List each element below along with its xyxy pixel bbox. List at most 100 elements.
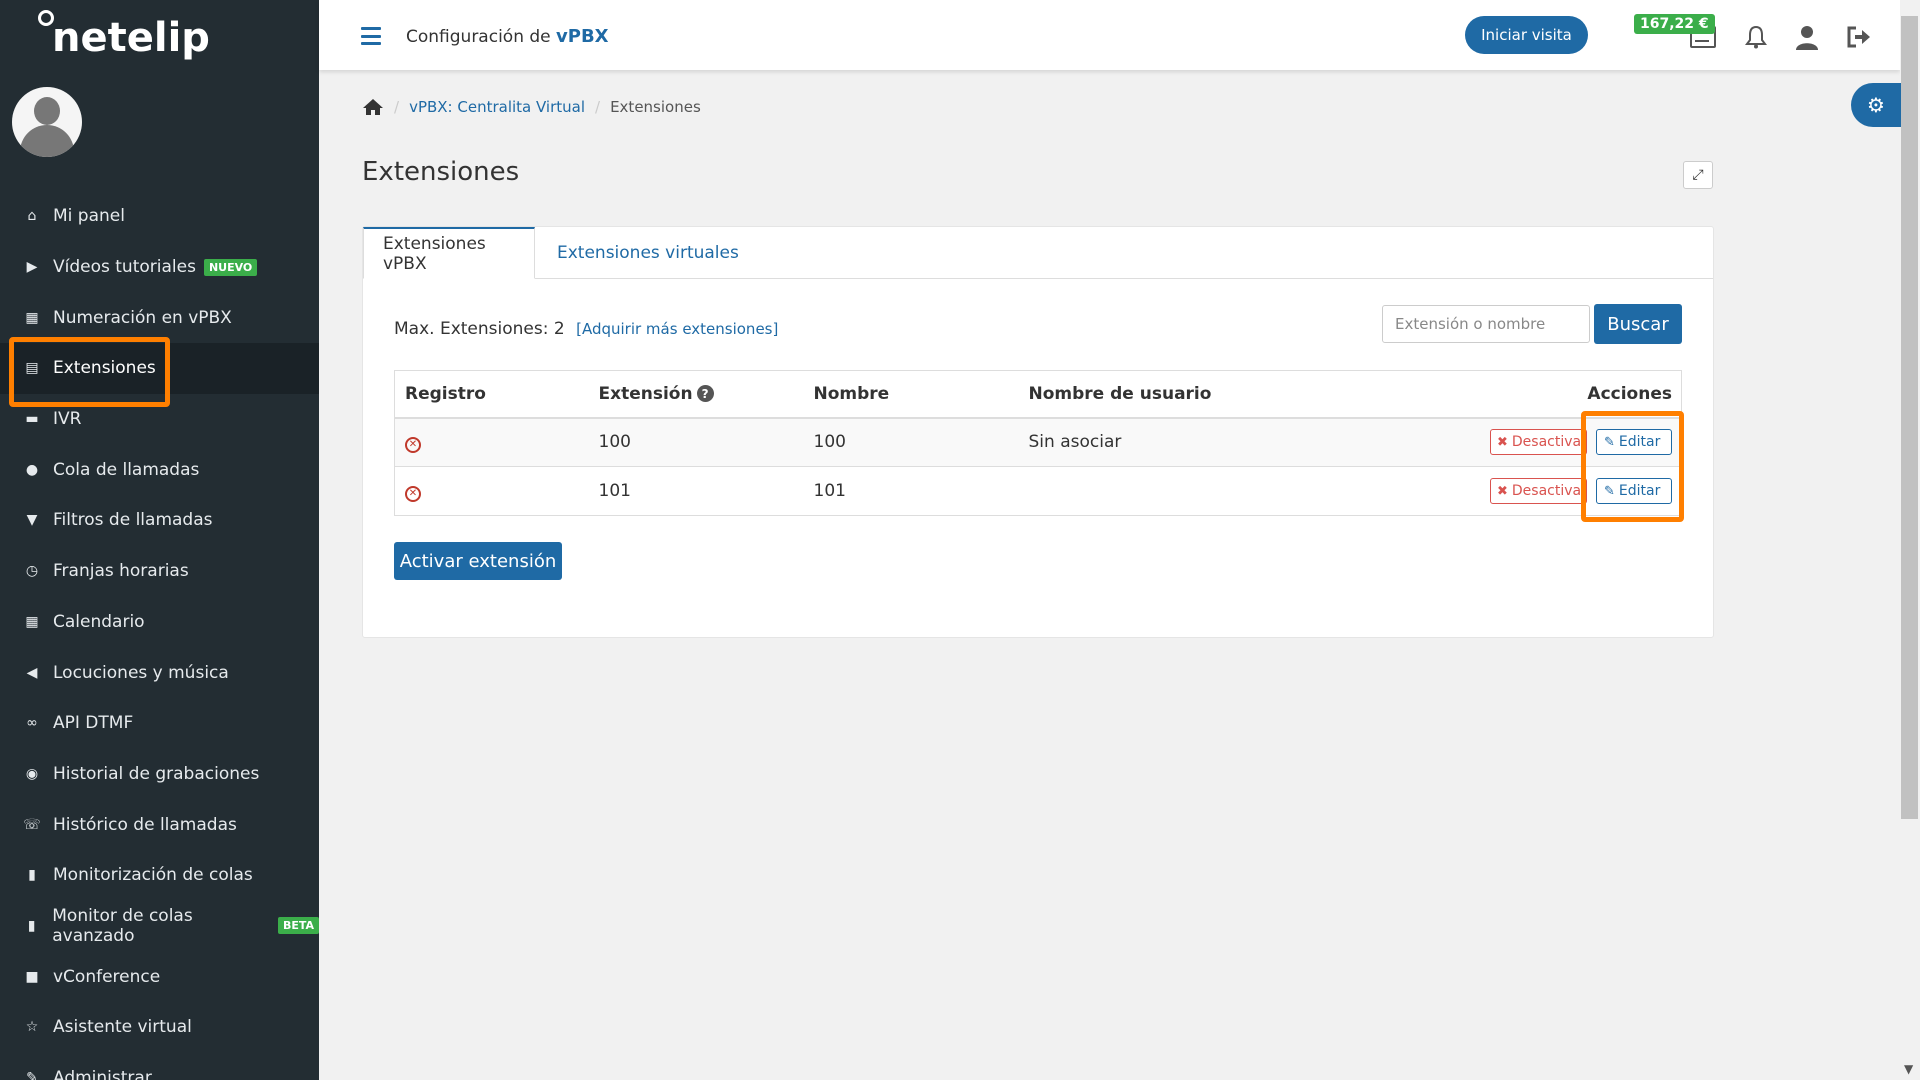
header-title-product: vPBX <box>556 26 609 47</box>
sidebar-item-api-dtmf[interactable]: ∞ API DTMF <box>0 698 319 749</box>
fullscreen-expand-icon[interactable]: ⤢ <box>1683 161 1713 189</box>
sidebar-item-label: Monitor de colas avanzado <box>52 905 193 946</box>
sidebar-item-filtros-de-llamadas[interactable]: ▼ Filtros de llamadas <box>0 495 319 546</box>
max-extensions-label: Max. Extensiones: 2 <box>394 319 565 339</box>
sidebar-item-label: Franjas horarias <box>53 561 189 582</box>
nombre-cell: 101 <box>803 466 1019 516</box>
max-extensions-info: Max. Extensiones: 2 [Adquirir más extens… <box>394 319 778 339</box>
phone-icon: ☏ <box>23 816 41 833</box>
table-header-row: Registro Extensión? Nombre Nombre de usu… <box>394 370 1682 419</box>
sidebar-item-mi-panel[interactable]: ⌂ Mi panel <box>0 191 319 242</box>
record-icon: ◉ <box>25 765 39 782</box>
edit-icon: ✎ <box>26 1070 38 1080</box>
user-profile-icon[interactable] <box>1794 24 1820 50</box>
activate-extension-button[interactable]: Activar extensión <box>394 542 562 580</box>
sidebar-item-label: Locuciones y música <box>53 662 229 683</box>
sidebar-item-vconference[interactable]: ■ vConference <box>0 951 319 1002</box>
speaker-icon: ◀ <box>26 664 38 681</box>
calendar-icon: ▦ <box>25 613 39 630</box>
sidebar-item-label: Asistente virtual <box>53 1017 192 1038</box>
sidebar-item-monitorización-de-colas[interactable]: ▮ Monitorización de colas <box>0 850 319 901</box>
sidebar-item-label: Administrar <box>53 1068 152 1080</box>
tab-extensiones-vpbx[interactable]: Extensiones vPBX <box>363 227 535 279</box>
home-icon: ⌂ <box>27 208 37 225</box>
acciones-cell: ✖ Desactivar ✎ Editar <box>1351 417 1682 467</box>
netelip-logo[interactable]: netelip <box>38 8 210 58</box>
deactivate-button[interactable]: ✖ Desactivar <box>1490 478 1587 504</box>
avatar[interactable] <box>12 87 82 157</box>
not-registered-icon: ✕ <box>405 436 421 453</box>
col-extension-label: Extensión <box>598 383 693 404</box>
sidebar-item-label: Calendario <box>53 611 145 632</box>
scroll-down-arrow-icon[interactable]: ▼ <box>1904 1062 1913 1076</box>
edit-label: Editar <box>1618 483 1661 499</box>
sidebar-nav: ⌂ Mi panel ▶ Vídeos tutoriales NUEVO ▦ Numerac… <box>0 191 319 1080</box>
sidebar-item-label: IVR <box>53 409 82 430</box>
sidebar-item-locuciones-y-música[interactable]: ◀ Locuciones y música <box>0 647 319 698</box>
list-icon: ▤ <box>25 360 39 377</box>
star-icon: ☆ <box>25 1019 39 1036</box>
sidebar: netelip ⌂ Mi panel ▶ Vídeos tutoriales NUEVO… <box>0 0 319 1080</box>
col-nombre-usuario: Nombre de usuario <box>1018 370 1352 419</box>
breadcrumb-separator: / <box>595 98 601 116</box>
sidebar-item-numeración-en-vpbx[interactable]: ▦ Numeración en vPBX <box>0 292 319 343</box>
sidebar-item-asistente-virtual[interactable]: ☆ Asistente virtual <box>0 1002 319 1053</box>
bell-icon[interactable] <box>1743 24 1769 50</box>
registro-cell: ✕ <box>394 417 589 467</box>
registro-cell: ✕ <box>394 466 589 516</box>
bar-chart-icon: ▮ <box>28 867 36 884</box>
edit-button[interactable]: ✎ Editar <box>1596 429 1672 456</box>
close-icon: ✖ <box>1497 434 1508 450</box>
sidebar-item-administrar[interactable]: ✎ Administrar <box>0 1053 319 1080</box>
sidebar-item-extensiones[interactable]: ▤ Extensiones <box>0 343 319 394</box>
table-row: ✕ 101 101 ✖ Desactivar ✎ Editar <box>394 466 1682 516</box>
breadcrumb-vpbx-link[interactable]: vPBX: Centralita Virtual <box>409 98 585 116</box>
start-tour-button[interactable]: Iniciar visita <box>1465 16 1588 54</box>
home-icon[interactable] <box>362 98 384 116</box>
logout-icon[interactable] <box>1846 24 1872 50</box>
menu-toggle-icon[interactable] <box>361 27 381 45</box>
camera-icon: ■ <box>25 968 39 985</box>
sidebar-item-label: Histórico de llamadas <box>53 814 237 835</box>
col-nombre: Nombre <box>803 370 1019 419</box>
sidebar-item-calendario[interactable]: ▦ Calendario <box>0 597 319 648</box>
extension-cell: 101 <box>588 466 804 516</box>
settings-gears-icon[interactable]: ⚙ <box>1851 83 1901 127</box>
user-icon: ● <box>25 461 39 478</box>
sidebar-item-label: Historial de grabaciones <box>53 763 260 784</box>
deactivate-label: Desactivar <box>1511 483 1587 499</box>
scrollbar-thumb[interactable] <box>1901 16 1918 819</box>
header-title-prefix: Configuración de <box>406 27 551 47</box>
sidebar-item-label: Vídeos tutoriales <box>53 257 196 278</box>
col-extension: Extensión? <box>588 370 804 419</box>
clock-icon: ◷ <box>25 563 39 580</box>
sidebar-item-franjas-horarias[interactable]: ◷ Franjas horarias <box>0 546 319 597</box>
sidebar-item-histórico-de-llamadas[interactable]: ☏ Histórico de llamadas <box>0 799 319 850</box>
sidebar-item-cola-de-llamadas[interactable]: ● Cola de llamadas <box>0 444 319 495</box>
deactivate-button[interactable]: ✖ Desactivar <box>1490 429 1587 456</box>
credit-badge[interactable]: 167,22 € <box>1634 14 1715 34</box>
search-button[interactable]: Buscar <box>1594 304 1682 344</box>
table-row: ✕ 100 100 Sin asociar ✖ Desactivar ✎ Editar <box>394 417 1682 467</box>
sidebar-item-label: API DTMF <box>53 713 134 734</box>
sidebar-item-vídeos-tutoriales[interactable]: ▶ Vídeos tutoriales NUEVO <box>0 242 319 293</box>
edit-button[interactable]: ✎ Editar <box>1596 478 1672 504</box>
acquire-more-extensions-link[interactable]: [Adquirir más extensiones] <box>576 320 778 338</box>
pencil-icon: ✎ <box>1604 483 1615 499</box>
usuario-cell <box>1018 466 1352 516</box>
video-icon: ▶ <box>26 259 38 276</box>
extensions-table: Registro Extensión? Nombre Nombre de usu… <box>394 370 1682 516</box>
sidebar-item-label: vConference <box>53 966 161 987</box>
sidebar-item-monitor-de-colas-avanzado[interactable]: ▮ Monitor de colas avanzado BETA <box>0 901 319 952</box>
acciones-cell: ✖ Desactivar ✎ Editar <box>1351 466 1682 516</box>
nombre-cell: 100 <box>803 417 1019 467</box>
sidebar-item-historial-de-grabaciones[interactable]: ◉ Historial de grabaciones <box>0 749 319 800</box>
tab-extensiones-virtuales[interactable]: Extensiones virtuales <box>535 227 758 279</box>
sidebar-item-ivr[interactable]: ▬ IVR <box>0 394 319 445</box>
help-icon[interactable]: ? <box>696 385 714 403</box>
deactivate-label: Desactivar <box>1511 434 1587 451</box>
search-input[interactable] <box>1382 305 1590 343</box>
page-title: Extensiones <box>362 157 520 187</box>
sidebar-item-label: Cola de llamadas <box>53 459 200 480</box>
breadcrumb-current: Extensiones <box>610 98 701 116</box>
